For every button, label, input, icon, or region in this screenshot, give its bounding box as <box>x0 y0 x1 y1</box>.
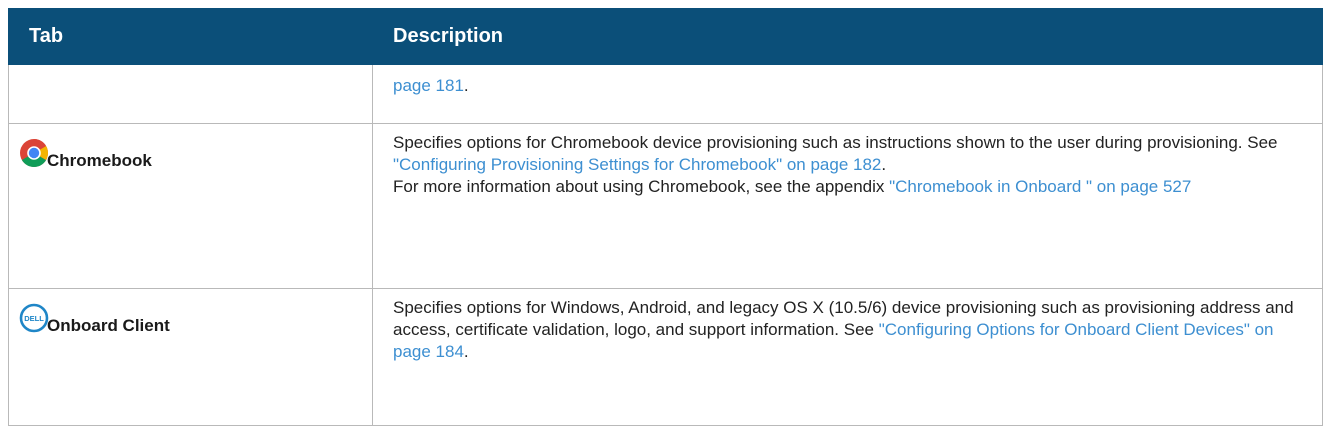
description-paragraph: Specifies options for Chromebook device … <box>393 133 1278 174</box>
tab-label-chromebook: Chromebook <box>47 151 152 170</box>
dell-icon: DELL <box>19 303 49 333</box>
svg-text:DELL: DELL <box>24 314 44 323</box>
tab-cell <box>8 64 373 124</box>
tab-cell: DELL Onboard Client <box>8 288 373 426</box>
description-cell: Specifies options for Chromebook device … <box>372 123 1323 289</box>
description-cell: page 181. <box>372 64 1323 124</box>
table-header-row: Tab Description <box>8 8 1323 65</box>
description-text: page 181. <box>393 76 469 95</box>
page-link[interactable]: page 181 <box>393 76 464 95</box>
column-header-tab: Tab <box>8 8 373 65</box>
table-row: page 181. <box>8 64 1323 124</box>
tab-cell: Chromebook <box>8 123 373 289</box>
description-paragraph: For more information about using Chromeb… <box>393 177 1192 196</box>
description-paragraph: Specifies options for Windows, Android, … <box>393 298 1294 361</box>
table-row: Chromebook Specifies options for Chromeb… <box>8 123 1323 289</box>
tab-description-table: Tab Description page 181. Chromebook Spe… <box>8 8 1323 426</box>
chromebook-settings-link[interactable]: "Configuring Provisioning Settings for C… <box>393 155 881 174</box>
description-cell: Specifies options for Windows, Android, … <box>372 288 1323 426</box>
column-header-description: Description <box>372 8 1323 65</box>
chrome-icon <box>20 139 48 167</box>
tab-label-onboard-client: Onboard Client <box>47 316 170 335</box>
table-row: DELL Onboard Client Specifies options fo… <box>8 288 1323 426</box>
chromebook-appendix-link[interactable]: "Chromebook in Onboard " on page 527 <box>889 177 1191 196</box>
